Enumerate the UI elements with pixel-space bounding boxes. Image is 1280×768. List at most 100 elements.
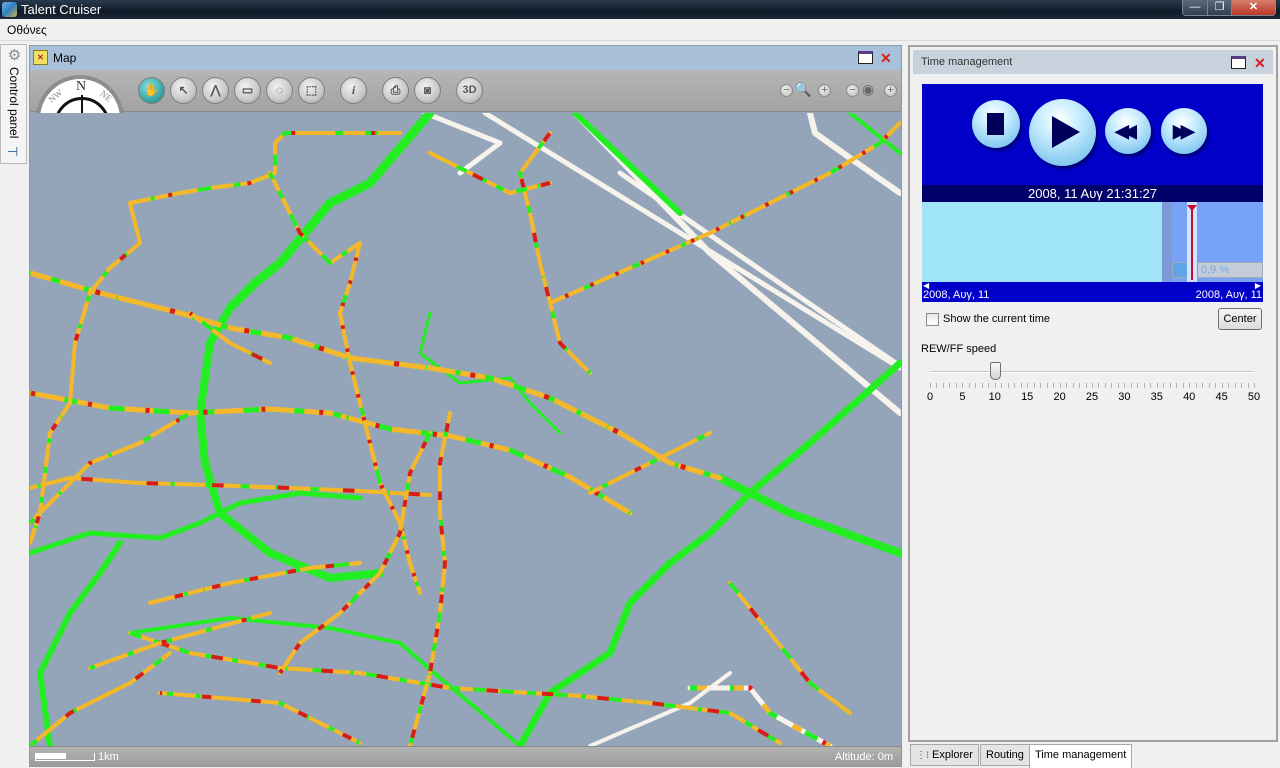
scale-label: 1km [98,751,119,763]
control-panel-label[interactable]: Control panel [7,67,21,138]
view-plus-button[interactable]: + [884,84,897,97]
slider-tick [968,383,970,388]
road-green [418,311,562,435]
time-management-panel: Time management ✕ ◀◀ ▶▶ 2008, 11 Αυγ 21:… [908,45,1278,742]
map-restore-icon[interactable] [858,51,873,64]
slider-tick [1098,383,1100,388]
road-white [617,170,901,369]
slider-tick [1059,383,1061,388]
zoom-out-button[interactable]: − [780,84,793,97]
slider-tick [1195,383,1197,388]
slider-tick [1208,383,1210,388]
road-white [807,113,901,196]
slider-tick [930,383,931,388]
timeline[interactable]: 0,9 % [922,202,1263,282]
tab-routing[interactable]: Routing [980,744,1030,766]
stop-icon [987,113,1004,135]
road-mixed [588,431,712,495]
slider-tick [1189,383,1191,388]
play-button[interactable] [1029,99,1096,166]
panel-close-icon[interactable]: ✕ [1254,56,1266,70]
slider-tick [1066,383,1068,388]
eye-icon: ◉ [862,81,875,97]
show-current-time-checkbox[interactable] [926,313,939,326]
gear-icon[interactable]: ⚙ [7,48,22,63]
slider-tick-label: 35 [1150,391,1163,403]
slider-tick [1241,383,1243,388]
polyline-icon: ⋀ [210,83,221,97]
map-close-icon[interactable]: ✕ [880,51,892,65]
slider-tick-label: 15 [1021,391,1034,403]
timeline-cursor-handle[interactable] [1187,205,1197,211]
road-green [30,490,363,556]
road-mixed [128,631,782,745]
fast-forward-button[interactable]: ▶▶ [1161,108,1207,154]
circle-select-button[interactable]: ◌ [266,77,293,104]
app-title: Talent Cruiser [21,2,102,17]
road-white [422,113,503,176]
close-button[interactable]: ✕ [1231,0,1275,15]
control-panel-strip[interactable]: ⚙ Control panel ⊣ [0,44,27,164]
map-canvas[interactable] [30,113,901,746]
slider-tick [1215,383,1217,388]
road-mixed [188,311,272,365]
center-button[interactable]: Center [1218,308,1262,330]
slider-tick [1130,383,1132,388]
slider-tick [1007,383,1009,388]
slider-tick [1001,383,1003,388]
road-mixed [158,691,362,745]
slider-tick [936,383,938,388]
highway [196,304,384,582]
slider-tick [1072,383,1074,388]
road-network [30,113,901,746]
screenshot-button[interactable]: ◙ [414,77,441,104]
slider-tick [1117,383,1119,388]
slider-tick [988,383,990,388]
polyline-tool-button[interactable]: ⋀ [202,77,229,104]
slider-tick [1176,383,1178,388]
slider-tick [1046,383,1048,388]
speed-slider-track[interactable] [930,371,1254,373]
rewind-button[interactable]: ◀◀ [1105,108,1151,154]
3d-view-button[interactable]: 3D [456,77,483,104]
slider-tick [1228,383,1230,388]
slider-tick [1182,383,1184,388]
tab-time-management[interactable]: Time management [1029,744,1133,768]
timeline-cursor[interactable] [1191,206,1193,280]
pin-icon[interactable]: ⊣ [7,144,18,160]
show-current-time-label[interactable]: Show the current time [943,313,1050,325]
camera-icon: ◙ [423,83,432,97]
slider-tick [1014,383,1016,388]
slider-tick [1247,383,1249,388]
stop-button[interactable] [972,100,1020,148]
view-minus-button[interactable]: − [846,84,859,97]
timeline-end-label: 2008, Αυγ, 11 [1195,289,1262,301]
rect-select-button[interactable]: ⬚ [298,77,325,104]
slider-tick [1104,383,1106,388]
speed-slider-thumb[interactable] [989,362,1001,380]
tree-icon: ⋮⁝ [916,750,930,761]
speed-slider-ticks [930,383,1255,389]
measure-tool-button[interactable]: ▭ [234,77,261,104]
tab-explorer[interactable]: ⋮⁝ Explorer [910,744,979,766]
restore-button[interactable]: ❐ [1207,0,1231,15]
panel-restore-icon[interactable] [1231,56,1246,69]
timeline-start-label: 2008, Αυγ, 11 [923,289,990,301]
speed-label: REW/FF speed [921,343,997,355]
info-tool-button[interactable]: i [340,77,367,104]
slider-tick [1156,383,1158,388]
zoom-in-button[interactable]: + [818,84,831,97]
pan-tool-button[interactable]: ✋ [138,77,165,104]
compass-nw-label: NW [46,87,65,105]
menu-screens[interactable]: Οθόνες [7,23,47,37]
print-button[interactable]: ⎙ [382,77,409,104]
slider-tick-label: 0 [926,391,934,403]
menu-bar: Οθόνες [0,19,1280,41]
slider-tick-label: 20 [1053,391,1066,403]
road-mixed [30,475,432,497]
slider-tick [1163,383,1165,388]
slider-tick [1124,383,1126,388]
minimize-button[interactable]: — [1183,0,1207,15]
select-tool-button[interactable]: ↖ [170,77,197,104]
slider-tick [1085,383,1087,388]
